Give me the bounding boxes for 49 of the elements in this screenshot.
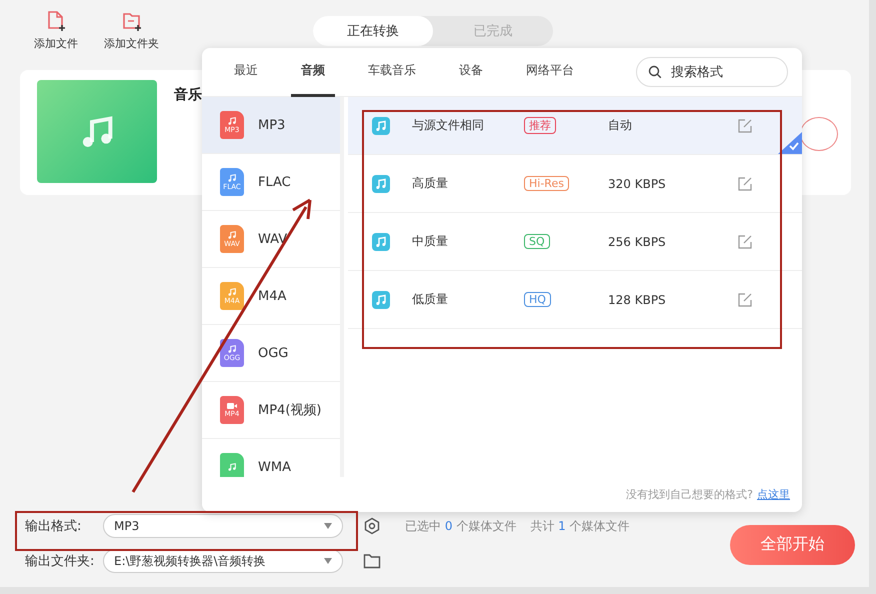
output-folder-label: 输出文件夹: [25,553,96,570]
add-file-icon [45,10,67,32]
quality-name: 与源文件相同 [412,117,485,134]
music-note-icon [372,232,390,250]
quality-tag: 推荐 [524,117,556,134]
bitrate-text: 128 KBPS [608,292,666,306]
quality-tag: Hi-Res [524,176,569,191]
edit-icon[interactable] [738,176,752,190]
format-tab[interactable]: 设备 [449,48,493,96]
bitrate-text: 自动 [608,117,632,134]
file-title: 音乐 [174,86,202,104]
quality-item[interactable]: 高质量 Hi-Res 320 KBPS [348,155,802,213]
output-format-label: 输出格式: [25,518,82,535]
quality-item[interactable]: 与源文件相同 推荐 自动 [348,97,802,155]
bitrate-text: 256 KBPS [608,234,666,248]
selected-count-text: 已选中 0 个媒体文件 [405,518,516,534]
output-format-dropdown[interactable]: MP3 [103,514,343,538]
format-tab[interactable]: 车载音乐 [358,48,426,96]
edit-icon[interactable] [738,292,752,306]
music-note-icon [372,116,390,134]
format-tab[interactable]: 网络平台 [516,48,584,96]
quality-item[interactable]: 低质量 HQ 128 KBPS [348,271,802,329]
edit-icon[interactable] [738,234,752,248]
format-item[interactable]: WMA [202,439,340,477]
toolbar-button[interactable]: 添加文件 [30,10,82,51]
total-count-text: 共计 1 个媒体文件 [530,518,630,534]
folder-icon[interactable] [363,553,381,569]
caret-icon [324,523,332,529]
hint-text: 没有找到自己想要的格式? [626,487,753,502]
search-icon [648,65,662,79]
quality-tag: SQ [524,234,550,249]
toolbar-button[interactable]: 添加文件夹 [100,10,163,51]
quality-item[interactable]: 中质量 SQ 256 KBPS [348,213,802,271]
music-note-icon [372,174,390,192]
music-note-icon [372,290,390,308]
quality-name: 低质量 [412,291,449,308]
click-here-link[interactable]: 点这里 [757,487,790,502]
search-field[interactable]: 搜索格式 [636,57,788,87]
view-tab[interactable]: 正在转换 [313,16,433,46]
format-tab[interactable]: 最近 [224,48,268,96]
add-folder-icon [120,10,142,32]
quality-tag: HQ [524,292,551,307]
edit-icon[interactable] [738,118,752,132]
caret-icon [324,558,332,564]
settings-icon[interactable] [363,517,381,535]
output-folder-dropdown[interactable]: E:\野葱视频转换器\音频转换 [103,549,343,573]
quality-name: 高质量 [412,175,449,192]
bitrate-text: 320 KBPS [608,176,666,190]
quality-name: 中质量 [412,233,449,250]
